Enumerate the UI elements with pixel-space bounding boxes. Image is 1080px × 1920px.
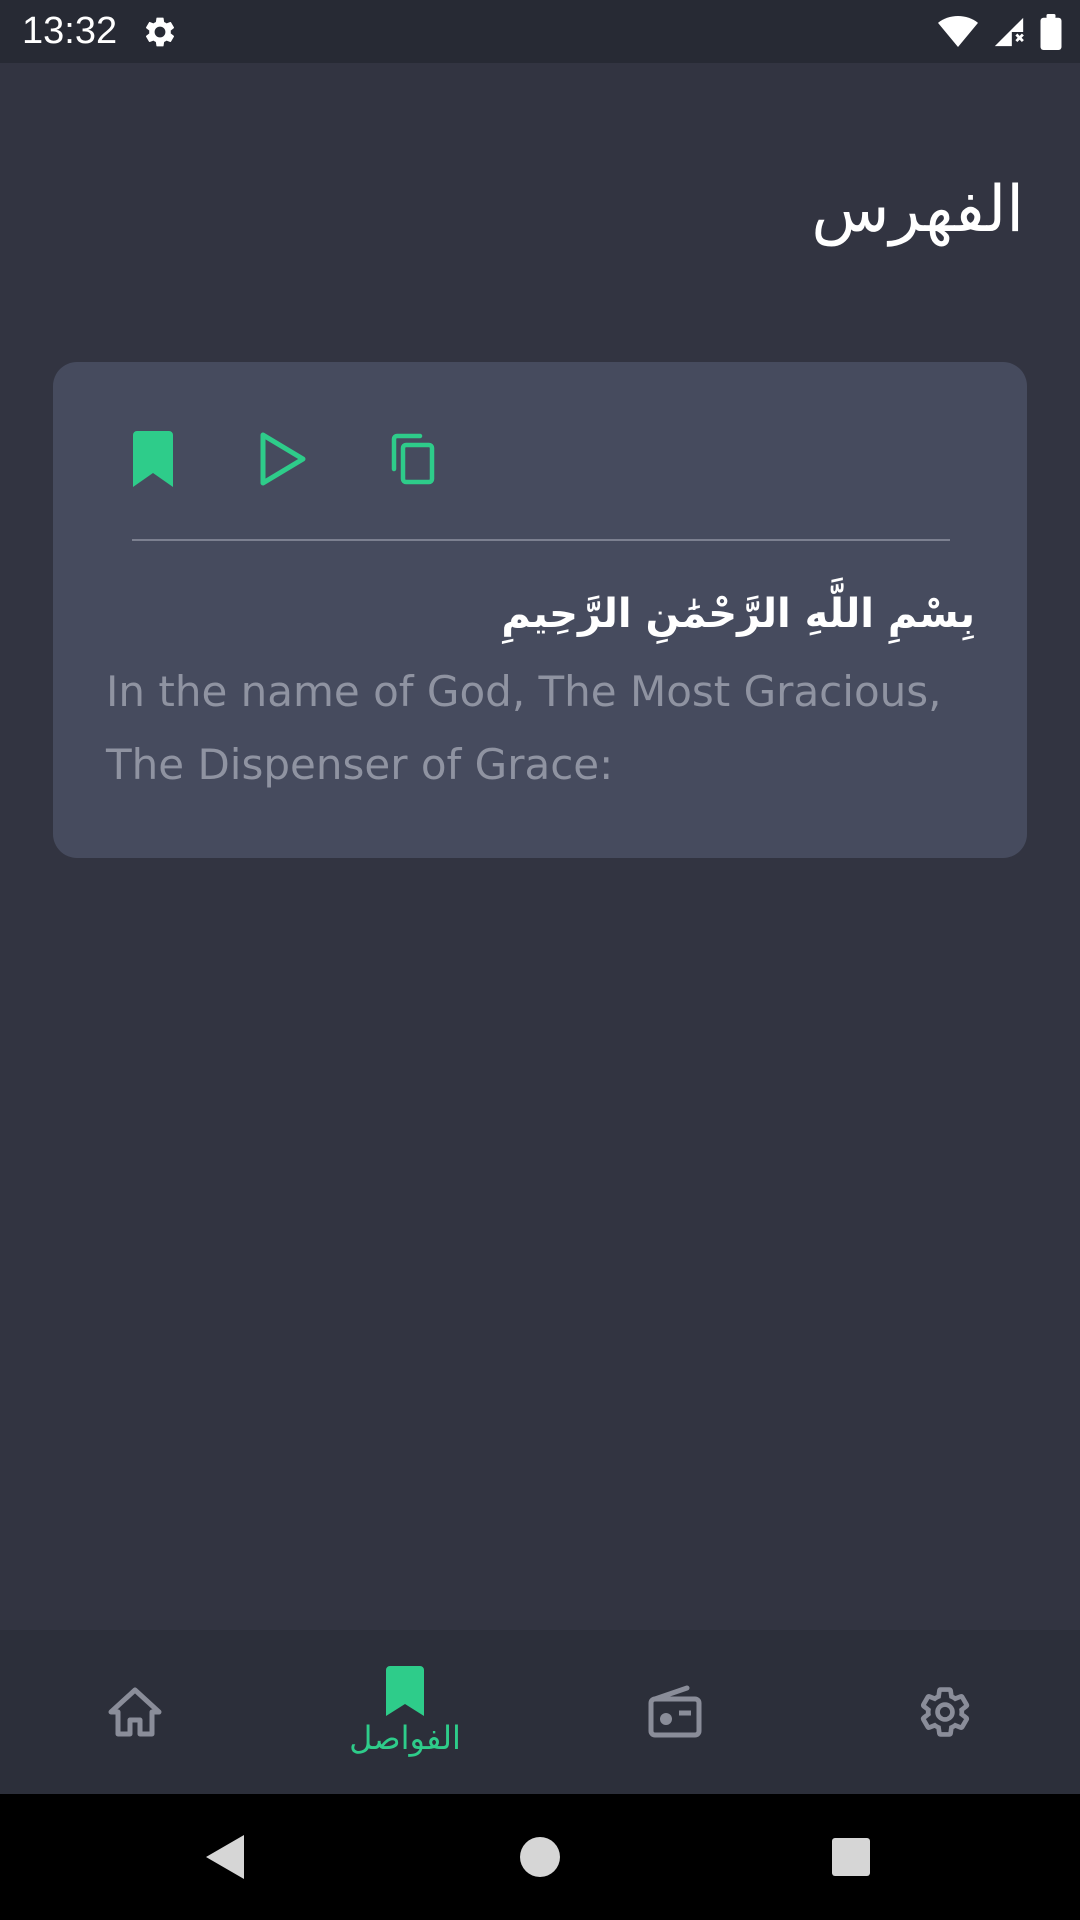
copy-icon [391,433,435,485]
ayah-translation-text: In the name of God, The Most Gracious, T… [106,667,942,789]
system-back-button[interactable] [192,1824,258,1890]
screen: 13:32 الفهرس بِسْمِ اللَّهِ الرَّحْمَٰنِ… [0,0,1080,1920]
home-icon [108,1687,162,1737]
nav-item-bookmarks[interactable]: الفواصل [270,1630,540,1794]
card-actions [118,424,508,494]
ayah-arabic-text: بِسْمِ اللَّهِ الرَّحْمَٰنِ الرَّحِيمِ [501,591,975,637]
status-time: 13:32 [22,10,118,52]
bookmark-icon [133,431,173,487]
signal-icon [992,15,1026,49]
nav-item-settings[interactable] [810,1630,1080,1794]
home-circle-icon [520,1837,560,1877]
status-bar: 13:32 [0,0,1080,63]
radio-icon [648,1685,702,1738]
system-nav-bar [0,1794,1080,1920]
play-button[interactable] [248,424,318,494]
back-icon [206,1835,244,1879]
status-icons [938,12,1062,52]
bookmark-button[interactable] [118,424,188,494]
nav-item-radio[interactable] [540,1630,810,1794]
copy-button[interactable] [378,424,448,494]
nav-item-home[interactable] [0,1630,270,1794]
bottom-nav: الفواصل [0,1630,1080,1794]
settings-icon [920,1687,970,1737]
play-icon [260,432,306,486]
battery-icon [1040,14,1062,50]
recents-icon [832,1838,870,1876]
card-divider [132,539,950,541]
settings-icon [142,14,178,50]
page-title: الفهرس [811,173,1024,247]
wifi-icon [938,15,978,49]
system-home-button[interactable] [507,1824,573,1890]
bookmark-icon [386,1666,424,1716]
ayah-card: بِسْمِ اللَّهِ الرَّحْمَٰنِ الرَّحِيمِ I… [53,362,1027,858]
nav-label-bookmarks: الفواصل [349,1719,461,1757]
system-recents-button[interactable] [818,1824,884,1890]
